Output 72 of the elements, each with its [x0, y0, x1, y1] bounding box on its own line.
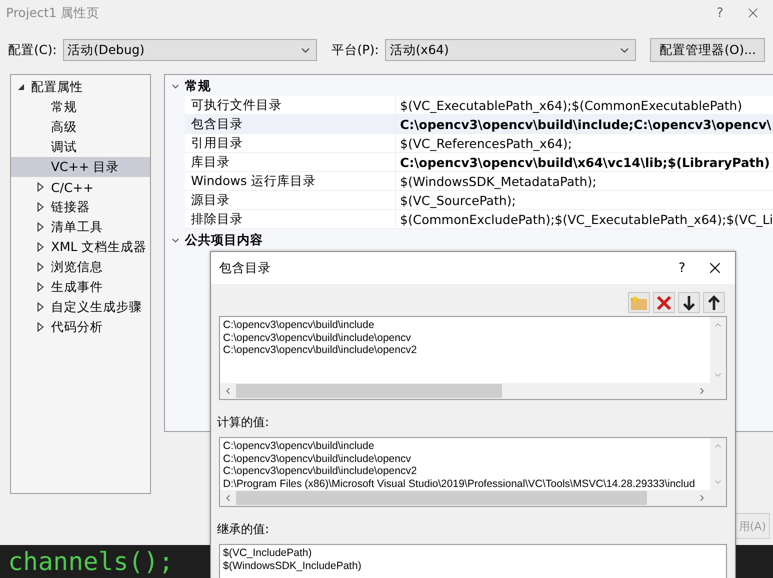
- property-name: 排除目录: [185, 210, 396, 228]
- platform-dropdown[interactable]: 活动(x64): [384, 39, 636, 61]
- property-row[interactable]: 引用目录 $(VC_ReferencesPath_x64);: [185, 134, 773, 153]
- tree-item[interactable]: 配置属性: [11, 77, 150, 97]
- folder-icon: [630, 294, 648, 310]
- help-button[interactable]: ?: [707, 1, 733, 25]
- move-up-button[interactable]: [703, 292, 725, 313]
- property-name: 库目录: [185, 153, 396, 171]
- arrow-up-icon: [707, 294, 721, 310]
- property-name: 引用目录: [185, 134, 396, 152]
- property-value: $(WindowsSDK_MetadataPath);: [399, 172, 598, 190]
- inherited-label: 继承的值:: [216, 521, 270, 538]
- property-row[interactable]: 源目录 $(VC_SourcePath);: [185, 191, 773, 210]
- property-value: $(VC_SourcePath);: [399, 192, 517, 209]
- move-down-button[interactable]: [678, 292, 700, 313]
- tree-item[interactable]: 自定义生成步骤: [11, 297, 150, 317]
- tree-item[interactable]: 浏览信息: [11, 257, 150, 277]
- computed-label: 计算的值:: [216, 414, 270, 431]
- property-value: $(VC_ReferencesPath_x64);: [399, 134, 573, 152]
- tree-item[interactable]: 生成事件: [11, 277, 150, 297]
- path-entry: C:\opencv3\opencv\build\include: [223, 440, 376, 452]
- config-dropdown[interactable]: 活动(Debug): [62, 39, 318, 61]
- property-row[interactable]: Windows 运行库目录 $(WindowsSDK_MetadataPath);: [185, 172, 773, 191]
- property-name: 包含目录: [185, 115, 396, 133]
- horizontal-scrollbar[interactable]: [220, 490, 710, 506]
- path-entry: C:\opencv3\opencv\build\include\opencv: [223, 452, 412, 465]
- tree-item[interactable]: XML 文档生成器: [11, 237, 150, 257]
- tree-item[interactable]: 清单工具: [11, 217, 150, 237]
- path-entry: $(VC_IncludePath): [223, 547, 313, 560]
- config-label: 配置(C):: [8, 42, 57, 58]
- window-title: Project1 属性页: [6, 4, 101, 22]
- path-entry: C:\opencv3\opencv\build\include\opencv2: [223, 344, 418, 356]
- tree-item[interactable]: 链接器: [11, 197, 150, 217]
- scroll-thumb[interactable]: [236, 491, 648, 505]
- section-header[interactable]: 常规: [165, 77, 773, 96]
- horizontal-scrollbar[interactable]: [220, 383, 710, 399]
- property-name: 可执行文件目录: [185, 96, 396, 114]
- path-list[interactable]: [219, 437, 727, 507]
- delete-icon: [656, 294, 672, 310]
- tree-item[interactable]: C/C++: [11, 177, 150, 197]
- config-manager-button[interactable]: 配置管理器(O)...: [650, 38, 765, 62]
- scroll-thumb[interactable]: [236, 384, 502, 398]
- property-value: $(CommonExcludePath);$(VC_ExecutablePath_x64);$(VC_Li: [399, 210, 773, 228]
- property-value: C:\opencv3\opencv\build\x64\vc14\lib;$(LibraryPath): [399, 154, 771, 171]
- tree-item[interactable]: 调试: [11, 137, 150, 157]
- path-list[interactable]: $(VC_IncludePath) $(WindowsSDK_IncludePath): [219, 544, 727, 578]
- property-value: C:\opencv3\opencv\build\include;C:\opencv3\opencv\: [399, 116, 772, 133]
- delete-button[interactable]: [653, 292, 675, 313]
- path-list[interactable]: C:\opencv3\opencv\build\include C:\opencv3\opencv\build\include\opencv C:\opencv3\opencv\build\include\opencv2: [219, 316, 727, 400]
- tree-item[interactable]: 常规: [11, 97, 150, 117]
- property-row[interactable]: 可执行文件目录 $(VC_ExecutablePath_x64);$(CommonExecutablePath): [185, 96, 773, 115]
- tree-item[interactable]: 高级: [11, 117, 150, 137]
- property-name: 源目录: [185, 191, 396, 209]
- path-entry: D:\Program Files (x86)\Microsoft Visual Studio\2019\Professional\VC\Tools\MSVC\14.28.29333\includ: [223, 478, 696, 490]
- path-entry: C:\opencv3\opencv\build\include\opencv2: [223, 465, 418, 478]
- property-value: $(VC_ExecutablePath_x64);$(CommonExecutablePath): [399, 96, 744, 114]
- tree-item[interactable]: VC++ 目录: [11, 157, 150, 177]
- property-row[interactable]: 库目录 C:\opencv3\opencv\build\x64\vc14\lib;$(LibraryPath): [185, 153, 773, 172]
- property-row[interactable]: 包含目录 C:\opencv3\opencv\build\include;C:\opencv3\opencv\: [185, 115, 773, 134]
- dialog-title: 包含目录: [219, 260, 272, 276]
- tree-item[interactable]: 代码分析: [11, 317, 150, 337]
- help-button[interactable]: ?: [669, 256, 695, 280]
- section-header[interactable]: 公共项目内容: [165, 231, 773, 250]
- path-entry: C:\opencv3\opencv\build\include: [223, 319, 376, 332]
- property-row[interactable]: 排除目录 $(CommonExcludePath);$(VC_ExecutablePath_x64);$(VC_Li: [185, 210, 773, 229]
- expanded-triangle-icon[interactable]: [17, 83, 25, 91]
- path-entry: C:\opencv3\opencv\build\include\opencv: [223, 332, 412, 344]
- code-text: channels();: [8, 547, 174, 576]
- path-entry: $(WindowsSDK_IncludePath): [223, 560, 362, 572]
- platform-label: 平台(P):: [331, 42, 379, 58]
- arrow-down-icon: [682, 294, 696, 310]
- property-name: Windows 运行库目录: [185, 172, 396, 190]
